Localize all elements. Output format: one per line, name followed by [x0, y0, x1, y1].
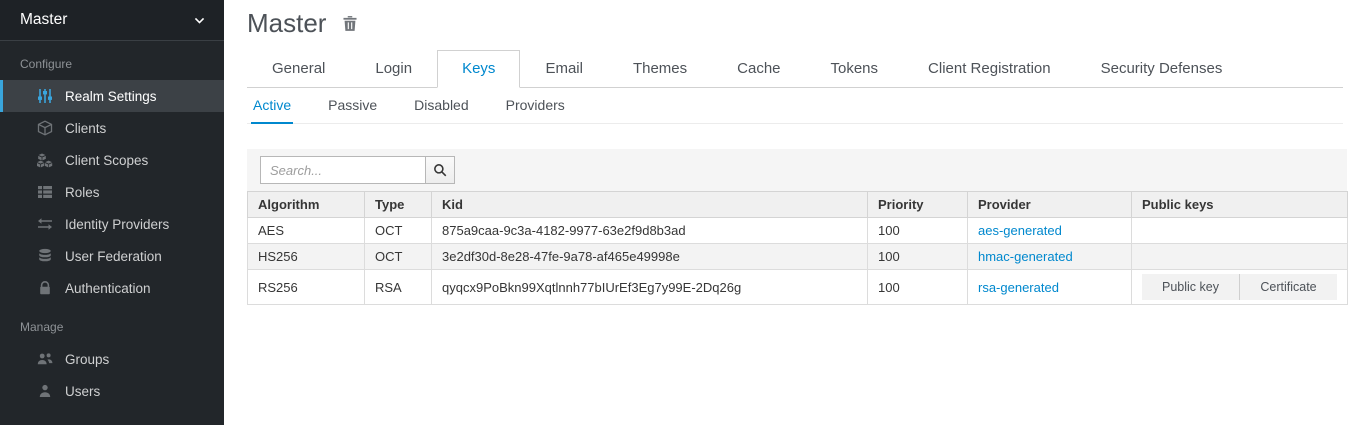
cell-algorithm: RS256 [248, 270, 365, 305]
cell-type: RSA [365, 270, 432, 305]
provider-link[interactable]: hmac-generated [978, 249, 1073, 264]
search-input[interactable] [260, 156, 426, 184]
database-icon [36, 248, 53, 264]
sidebar-item-user-federation[interactable]: User Federation [0, 240, 224, 272]
sidebar-item-authentication[interactable]: Authentication [0, 272, 224, 304]
sliders-icon [36, 88, 53, 104]
table-row: HS256 OCT 3e2df30d-8e28-47fe-9a78-af465e… [248, 244, 1348, 270]
provider-link[interactable]: rsa-generated [978, 280, 1059, 295]
list-icon [36, 184, 53, 200]
tab-themes[interactable]: Themes [608, 50, 712, 88]
keys-table: Algorithm Type Kid Priority Provider Pub… [247, 191, 1348, 305]
realm-selector-label: Master [20, 11, 67, 29]
keys-subtabs: Active Passive Disabled Providers [247, 88, 1343, 124]
cell-priority: 100 [868, 218, 968, 244]
provider-link[interactable]: aes-generated [978, 223, 1062, 238]
cell-provider: rsa-generated [968, 270, 1132, 305]
tab-cache[interactable]: Cache [712, 50, 805, 88]
main-content: Master General Login Keys Email Themes C… [224, 0, 1363, 425]
cell-kid: 875a9caa-9c3a-4182-9977-63e2f9d8b3ad [432, 218, 868, 244]
cell-kid: qyqcx9PoBkn99Xqtlnnh77bIUrEf3Eg7y99E-2Dq… [432, 270, 868, 305]
sidebar-section-configure: Configure [0, 41, 224, 80]
page-title: Master [247, 8, 326, 39]
sidebar-section-manage: Manage [0, 304, 224, 343]
cell-public-keys [1132, 244, 1348, 270]
table-header-row: Algorithm Type Kid Priority Provider Pub… [248, 192, 1348, 218]
sidebar-item-client-scopes[interactable]: Client Scopes [0, 144, 224, 176]
sidebar-item-clients[interactable]: Clients [0, 112, 224, 144]
sidebar-item-label: Groups [65, 352, 109, 367]
cell-provider: hmac-generated [968, 244, 1132, 270]
public-key-button[interactable]: Public key [1142, 274, 1239, 300]
delete-realm-trash-icon[interactable] [341, 14, 360, 34]
sidebar-item-realm-settings[interactable]: Realm Settings [0, 80, 224, 112]
tab-keys[interactable]: Keys [437, 50, 520, 88]
cell-priority: 100 [868, 244, 968, 270]
realm-settings-tabs: General Login Keys Email Themes Cache To… [247, 50, 1343, 88]
lock-icon [36, 280, 53, 296]
cell-algorithm: HS256 [248, 244, 365, 270]
realm-selector[interactable]: Master [0, 0, 224, 41]
cell-priority: 100 [868, 270, 968, 305]
col-header-type: Type [365, 192, 432, 218]
tab-email[interactable]: Email [520, 50, 608, 88]
tab-general[interactable]: General [247, 50, 350, 88]
sidebar: Master Configure Realm Settings Clients … [0, 0, 224, 425]
table-toolbar [247, 149, 1347, 191]
sidebar-item-label: Identity Providers [65, 217, 169, 232]
sidebar-item-roles[interactable]: Roles [0, 176, 224, 208]
chevron-down-icon [193, 14, 206, 27]
cell-kid: 3e2df30d-8e28-47fe-9a78-af465e49998e [432, 244, 868, 270]
sidebar-item-groups[interactable]: Groups [0, 343, 224, 375]
sidebar-item-label: Clients [65, 121, 106, 136]
tab-tokens[interactable]: Tokens [806, 50, 904, 88]
cube-icon [36, 120, 53, 136]
certificate-button[interactable]: Certificate [1239, 274, 1337, 300]
tab-security-defenses[interactable]: Security Defenses [1076, 50, 1248, 88]
cell-provider: aes-generated [968, 218, 1132, 244]
cell-algorithm: AES [248, 218, 365, 244]
col-header-kid: Kid [432, 192, 868, 218]
subtab-providers[interactable]: Providers [504, 88, 567, 124]
col-header-public-keys: Public keys [1132, 192, 1348, 218]
tab-login[interactable]: Login [350, 50, 437, 88]
cell-public-keys: Public key Certificate [1132, 270, 1348, 305]
sidebar-item-users[interactable]: Users [0, 375, 224, 407]
user-icon [36, 383, 53, 399]
table-row: RS256 RSA qyqcx9PoBkn99Xqtlnnh77bIUrEf3E… [248, 270, 1348, 305]
subtab-passive[interactable]: Passive [326, 88, 379, 124]
tab-client-registration[interactable]: Client Registration [903, 50, 1076, 88]
subtab-active[interactable]: Active [251, 88, 293, 124]
col-header-priority: Priority [868, 192, 968, 218]
sidebar-item-label: Users [65, 384, 100, 399]
sidebar-item-label: Roles [65, 185, 100, 200]
search-button[interactable] [425, 156, 455, 184]
cell-type: OCT [365, 218, 432, 244]
cell-type: OCT [365, 244, 432, 270]
col-header-algorithm: Algorithm [248, 192, 365, 218]
table-row: AES OCT 875a9caa-9c3a-4182-9977-63e2f9d8… [248, 218, 1348, 244]
col-header-provider: Provider [968, 192, 1132, 218]
subtab-disabled[interactable]: Disabled [412, 88, 470, 124]
search-icon [433, 163, 447, 177]
cell-public-keys [1132, 218, 1348, 244]
sidebar-item-label: User Federation [65, 249, 162, 264]
groups-icon [36, 351, 53, 367]
sidebar-item-label: Client Scopes [65, 153, 148, 168]
sidebar-item-label: Authentication [65, 281, 151, 296]
sidebar-item-label: Realm Settings [65, 89, 157, 104]
exchange-arrows-icon [36, 216, 53, 232]
cubes-icon [36, 152, 53, 168]
sidebar-item-identity-providers[interactable]: Identity Providers [0, 208, 224, 240]
